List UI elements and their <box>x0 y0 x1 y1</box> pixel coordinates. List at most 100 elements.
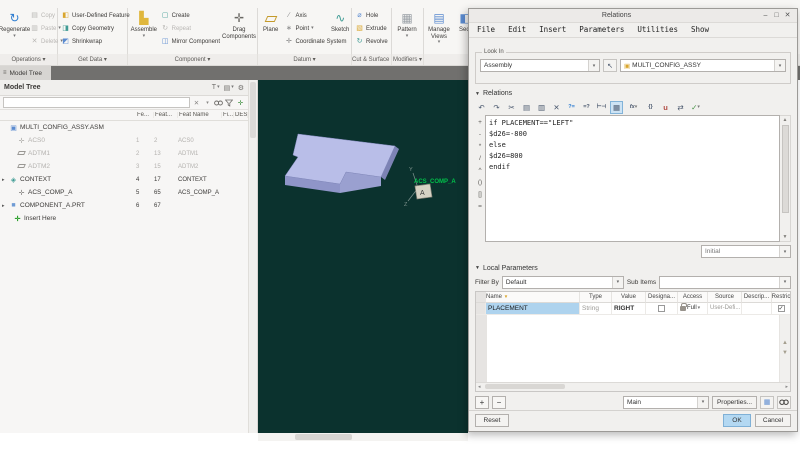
editor-vertical-scrollbar[interactable]: ▲ ▼ <box>780 114 791 243</box>
column-header[interactable]: Feat Name <box>178 112 222 118</box>
delete-button[interactable]: ✕ <box>550 101 563 114</box>
look-in-scope-select[interactable]: Assembly ▾ <box>480 59 600 73</box>
copy-geometry-button[interactable]: ◨ Copy Geometry <box>59 22 132 35</box>
graphics-viewport[interactable]: A Y Z ACS_COMP_A <box>258 80 468 433</box>
column-header-access[interactable]: Access <box>678 291 708 303</box>
parameters-horizontal-scrollbar[interactable]: ◂ ▸ <box>476 381 790 391</box>
tree-row-acs0[interactable]: ✛ ACS0 1 2 ACS0 <box>0 134 248 147</box>
close-icon[interactable]: ✕ <box>782 11 793 19</box>
operator-multiply-button[interactable]: * <box>475 141 485 153</box>
menu-file[interactable]: File <box>477 25 495 34</box>
expander-icon[interactable]: ▸ <box>2 177 7 183</box>
tab-model-tree[interactable]: ≡ Model Tree <box>0 66 52 80</box>
column-header[interactable]: Feat... <box>154 112 178 118</box>
repeat-button[interactable]: ↻ Repeat <box>159 22 222 35</box>
extrude-button[interactable]: ▧ Extrude <box>353 22 390 35</box>
viewport-horizontal-scrollbar[interactable] <box>258 433 468 441</box>
menu-utilities[interactable]: Utilities <box>637 25 678 34</box>
scrollbar-thumb[interactable] <box>250 82 256 138</box>
column-header[interactable]: Fe... <box>136 112 154 118</box>
pattern-button[interactable]: ▦ Pattern ▾ <box>393 9 421 54</box>
menu-parameters[interactable]: Parameters <box>579 25 624 34</box>
column-header-restricted[interactable]: Restric <box>772 291 790 303</box>
reset-button[interactable]: Reset <box>475 414 509 428</box>
table-view-button[interactable]: ▦ <box>760 395 774 409</box>
initial-select[interactable]: Initial ▾ <box>701 245 791 259</box>
filter-icon[interactable] <box>225 99 234 107</box>
column-header-source[interactable]: Source <box>708 291 742 303</box>
coordinate-system-button[interactable]: ✛ Coordinate System <box>282 35 346 48</box>
search-history-icon[interactable]: ▾ <box>203 100 212 106</box>
undo-button[interactable]: ↶ <box>475 101 488 114</box>
tree-row-acs-comp-a[interactable]: ✛ ACS_COMP_A 5 65 ACS_COMP_A <box>0 186 248 199</box>
mirror-component-button[interactable]: ◫ Mirror Component <box>159 35 222 48</box>
look-in-model-select[interactable]: ▣ MULTI_CONFIG_ASSY ▾ <box>620 59 786 73</box>
tree-row-context[interactable]: ▸ ◈ CONTEXT 4 17 CONTEXT <box>0 173 248 186</box>
operator-divide-button[interactable]: / <box>475 153 485 165</box>
relations-code-area[interactable]: if PLACEMENT=="LEFT" $d26=-800 else $d26… <box>485 114 780 243</box>
parameter-access-cell[interactable]: Full ▾ <box>678 302 708 315</box>
group-label-cut-surface[interactable]: Cut & Surface ▾ <box>352 54 392 65</box>
column-header-value[interactable]: Value <box>612 291 646 303</box>
parameter-value-cell[interactable]: RIGHT <box>612 302 646 315</box>
operator-power-button[interactable]: ^ <box>475 165 485 177</box>
scrollbar-thumb[interactable] <box>781 124 789 213</box>
move-row-up-icon[interactable]: ▲ <box>782 340 788 346</box>
menu-insert[interactable]: Insert <box>539 25 566 34</box>
sub-items-select[interactable]: ▾ <box>659 275 791 289</box>
operator-minus-button[interactable]: - <box>475 129 485 141</box>
find-parameter-button[interactable] <box>777 395 791 409</box>
regenerate-button[interactable]: ↻ Regenerate ▾ <box>0 9 30 54</box>
tree-row-component-a[interactable]: ▸ ■ COMPONENT_A.PRT 6 67 <box>0 199 248 212</box>
shrinkwrap-button[interactable]: ◩ Shrinkwrap <box>59 35 132 48</box>
cut-button[interactable]: ✂ <box>505 101 518 114</box>
paste-button[interactable]: ▥ <box>535 101 548 114</box>
redo-button[interactable]: ↷ <box>490 101 503 114</box>
move-row-down-icon[interactable]: ▼ <box>782 350 788 356</box>
tree-row-adtm1[interactable]: ADTM1 2 13 ADTM1 <box>0 147 248 160</box>
copy-button[interactable]: ▤ <box>520 101 533 114</box>
filter-by-select[interactable]: Default ▾ <box>501 275 624 289</box>
expander-icon[interactable]: ▸ <box>2 203 7 209</box>
scrollbar-thumb[interactable] <box>484 384 565 390</box>
sort-relations-button[interactable]: ▦ <box>610 100 623 114</box>
insert-local-parameter-button[interactable]: {} <box>644 101 657 114</box>
operator-parentheses-button[interactable]: () <box>475 177 485 189</box>
minimize-icon[interactable]: – <box>760 12 771 19</box>
add-parameter-button[interactable]: + <box>475 395 489 409</box>
hole-button[interactable]: ⌀ Hole <box>353 9 390 22</box>
find-icon[interactable] <box>214 99 223 107</box>
column-header[interactable]: Fi... <box>222 112 234 118</box>
properties-button[interactable]: Properties... <box>711 395 757 409</box>
tree-row-insert-here[interactable]: ✛ Insert Here <box>0 212 248 225</box>
tree-filters-button[interactable]: T ▾ <box>212 84 220 91</box>
create-button[interactable]: ▢ Create <box>159 9 222 22</box>
units-button[interactable]: u <box>659 101 672 114</box>
local-parameters-section-header[interactable]: ▼ Local Parameters <box>469 263 797 273</box>
evaluate-button[interactable]: =? <box>580 101 593 114</box>
operator-equals-button[interactable]: = <box>475 201 485 213</box>
column-header[interactable]: DES <box>234 112 248 118</box>
assemble-button[interactable]: ▙ Assemble ▾ <box>129 9 159 54</box>
switch-dimensions-button[interactable]: ⇄ <box>674 101 687 114</box>
select-model-button[interactable]: ↖ <box>603 59 617 73</box>
insert-relation-button[interactable]: ?= <box>565 101 578 114</box>
scrollbar-thumb[interactable] <box>295 434 352 440</box>
ok-button[interactable]: OK <box>723 414 751 428</box>
relations-section-header[interactable]: ▼ Relations <box>469 89 797 99</box>
scroll-down-icon[interactable]: ▼ <box>783 233 788 241</box>
parameter-group-select[interactable]: Main ▾ <box>622 395 709 409</box>
group-label-modifiers[interactable]: Modifiers ▾ <box>392 54 424 65</box>
maximize-icon[interactable]: □ <box>771 12 782 19</box>
tree-settings-button[interactable]: ⚙ <box>238 84 244 92</box>
point-button[interactable]: ∗ Point ▾ <box>282 22 330 35</box>
designate-checkbox[interactable] <box>658 304 665 312</box>
scroll-right-icon[interactable]: ▸ <box>783 384 790 390</box>
group-label-component[interactable]: Component ▾ <box>128 54 258 65</box>
column-header-designate[interactable]: Designa... <box>646 291 678 303</box>
scroll-left-icon[interactable]: ◂ <box>476 384 483 390</box>
scroll-up-icon[interactable]: ▲ <box>783 116 788 124</box>
sketch-button[interactable]: ∿ Sketch <box>330 9 350 54</box>
column-header-type[interactable]: Type <box>580 291 612 303</box>
restricted-checkbox[interactable]: ✓ <box>777 304 785 312</box>
